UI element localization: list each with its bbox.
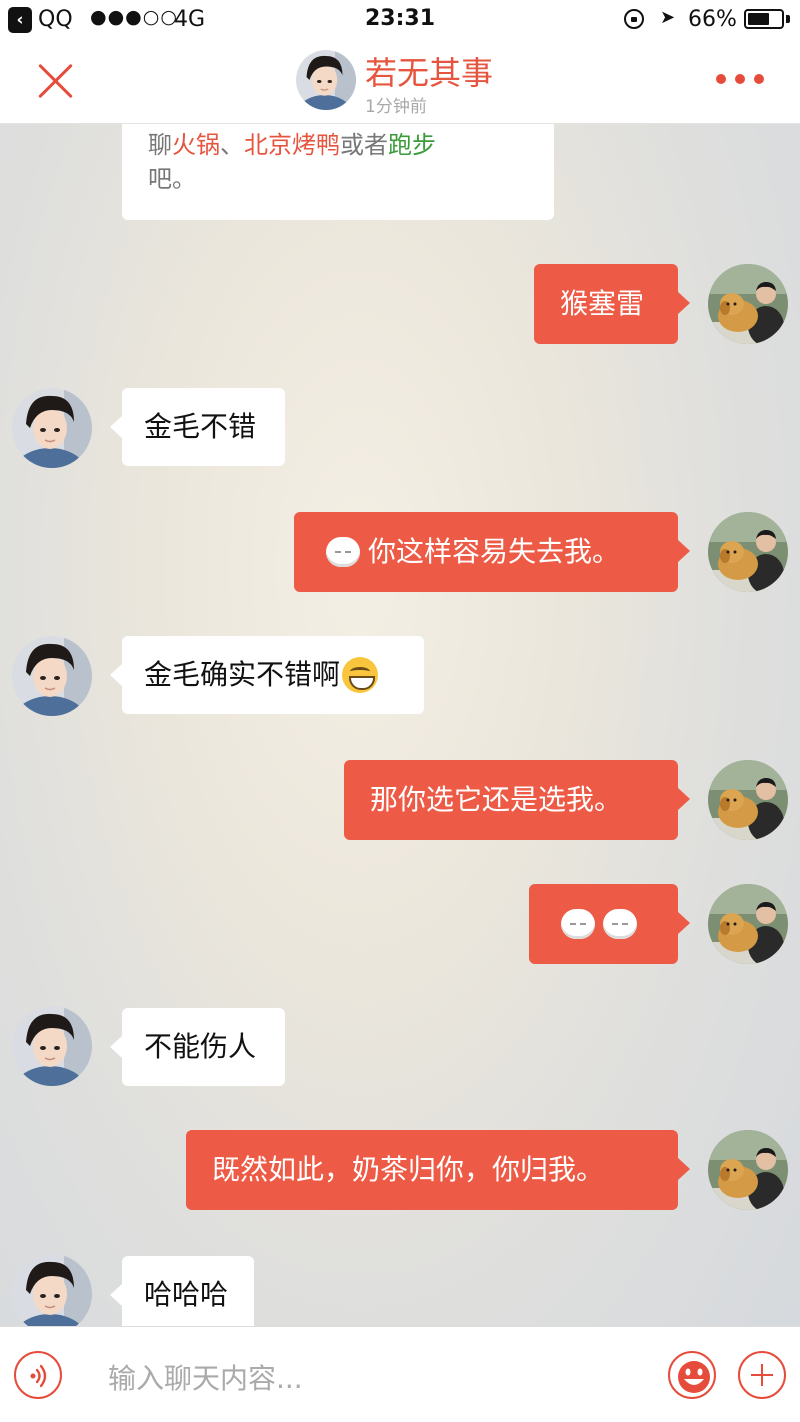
- contact-avatar[interactable]: [12, 1006, 92, 1086]
- emoji-icon[interactable]: [668, 1351, 716, 1399]
- battery-percent: 66%: [688, 7, 737, 32]
- keyword-running[interactable]: 跑步: [388, 131, 436, 159]
- battery-icon: [744, 9, 784, 29]
- message-bubble-incoming[interactable]: 聊火锅、北京烤鸭或者跑步吧。: [122, 124, 554, 220]
- message-input[interactable]: 输入聊天内容...: [108, 1357, 303, 1397]
- contact-name[interactable]: 若无其事: [365, 48, 493, 94]
- message-text: 你这样容易失去我。: [368, 535, 621, 568]
- my-avatar[interactable]: [708, 884, 788, 964]
- contact-avatar[interactable]: [296, 50, 356, 110]
- message-bubble-outgoing[interactable]: 你这样容易失去我。: [294, 512, 690, 592]
- message-text: 猴塞雷: [560, 287, 645, 320]
- keyword-hotpot[interactable]: 火锅: [172, 131, 220, 159]
- voice-icon[interactable]: [14, 1351, 62, 1399]
- message-bubble-outgoing[interactable]: 那你选它还是选我。: [344, 760, 690, 840]
- message-input-bar: 输入聊天内容...: [0, 1326, 800, 1422]
- location-arrow-icon: ➤: [660, 7, 676, 28]
- message-text: 聊: [148, 131, 172, 159]
- contact-avatar[interactable]: [12, 1254, 92, 1326]
- message-text: 、: [220, 131, 244, 159]
- message-text: 吧。: [148, 165, 196, 193]
- clock: 23:31: [364, 6, 436, 31]
- message-text: 那你选它还是选我。: [370, 783, 623, 816]
- message-bubble-incoming[interactable]: 哈哈哈: [110, 1256, 254, 1326]
- my-avatar[interactable]: [708, 1130, 788, 1210]
- message-bubble-incoming[interactable]: 金毛不错: [110, 388, 285, 466]
- more-dots-icon[interactable]: [716, 72, 764, 86]
- message-text: 金毛不错: [144, 410, 257, 443]
- message-text: 既然如此，奶茶归你，你归我。: [212, 1153, 605, 1186]
- message-bubble-outgoing[interactable]: [529, 884, 690, 964]
- message-text: 不能伤人: [144, 1030, 257, 1063]
- contact-avatar[interactable]: [12, 388, 92, 468]
- message-list[interactable]: 聊火锅、北京烤鸭或者跑步吧。 猴塞雷 金毛不错 你这样容易失去我。 金毛确实不错…: [0, 124, 800, 1326]
- close-icon[interactable]: [34, 58, 78, 102]
- plus-icon[interactable]: [738, 1351, 786, 1399]
- last-active-time: 1分钟前: [365, 97, 427, 117]
- my-avatar[interactable]: [708, 264, 788, 344]
- message-text: 或者: [340, 131, 388, 159]
- message-bubble-incoming[interactable]: 金毛确实不错啊: [110, 636, 424, 714]
- contact-avatar[interactable]: [12, 636, 92, 716]
- message-bubble-outgoing[interactable]: 猴塞雷: [534, 264, 690, 344]
- my-avatar[interactable]: [708, 760, 788, 840]
- grin-emoji-icon: [342, 657, 379, 693]
- battery-tip: [786, 15, 790, 23]
- my-avatar[interactable]: [708, 512, 788, 592]
- chat-header: 若无其事 1分钟前: [0, 40, 800, 124]
- keyword-peking-duck[interactable]: 北京烤鸭: [244, 131, 340, 159]
- message-bubble-incoming[interactable]: 不能伤人: [110, 1008, 285, 1086]
- status-bar: ‹ QQ ●●●○○ 4G 23:31 ➤ 66%: [0, 0, 800, 40]
- message-text: 金毛确实不错啊: [144, 658, 341, 691]
- message-text: 哈哈哈: [144, 1278, 229, 1311]
- message-bubble-outgoing[interactable]: 既然如此，奶茶归你，你归我。: [186, 1130, 690, 1210]
- white-face-emoji-icon: [603, 909, 637, 939]
- rotation-lock-icon: [624, 9, 644, 29]
- white-face-emoji-icon: [326, 537, 360, 567]
- white-face-emoji-icon: [561, 909, 595, 939]
